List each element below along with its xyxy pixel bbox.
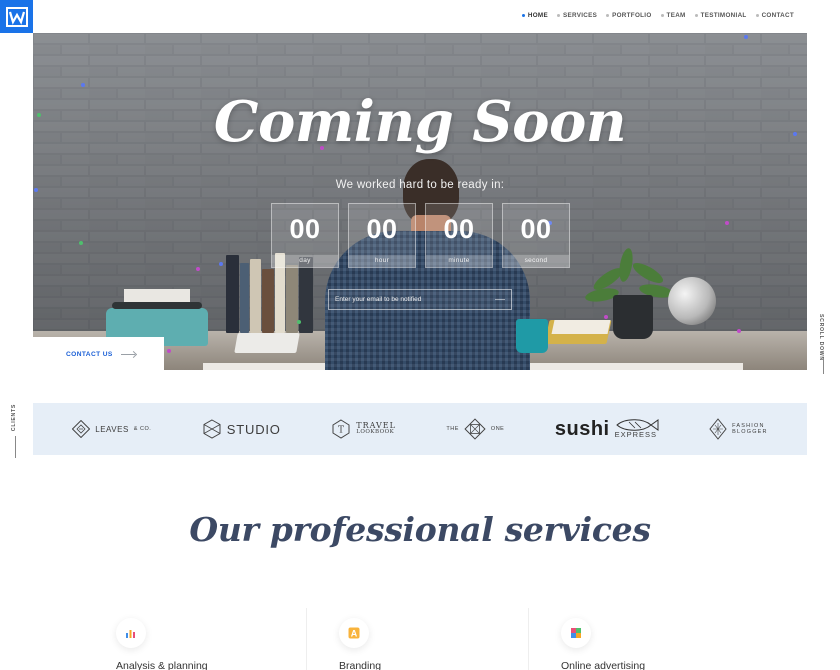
plant-pot xyxy=(613,295,653,339)
countdown-label: second xyxy=(503,255,569,267)
client-logo-fashion[interactable]: FASHION BLOGGER xyxy=(709,418,768,440)
service-label: Online advertising xyxy=(561,660,646,670)
w-logo-icon xyxy=(5,6,28,27)
client-logo-the-one[interactable]: THE ONE xyxy=(446,418,504,440)
puzzle-icon xyxy=(561,618,591,648)
t-badge-icon: T xyxy=(332,419,350,439)
client-name: STUDIO xyxy=(226,421,281,437)
contact-us-label: CONTACT US xyxy=(66,350,113,358)
client-logo-studio[interactable]: STUDIO xyxy=(202,419,281,439)
svg-text:A: A xyxy=(351,629,358,639)
particle-dot xyxy=(167,349,171,353)
hero-title: Coming Soon xyxy=(213,89,627,155)
book xyxy=(226,255,239,333)
nav-services[interactable]: SERVICES xyxy=(556,12,597,19)
dot-icon xyxy=(694,14,698,17)
countdown-seconds: 00 second xyxy=(502,203,570,268)
main-nav: HOME SERVICES PORTFOLIO TEAM TESTIMONIAL… xyxy=(521,12,794,19)
countdown-label: day xyxy=(272,255,338,267)
countdown: 00 day 00 hour 00 minute 00 second xyxy=(271,203,570,268)
clients-strip: LEAVES & CO. STUDIO T TRAVEL LOOKBOOK TH… xyxy=(33,403,807,455)
book xyxy=(262,269,274,333)
services-title: Our professional services xyxy=(189,510,651,549)
letter-a-icon: A xyxy=(339,618,369,648)
particle-dot xyxy=(725,221,729,225)
client-subname: LOOKBOOK xyxy=(356,429,395,436)
clients-label: CLIENTS xyxy=(11,404,17,432)
dot-icon xyxy=(755,14,759,17)
contact-us-button[interactable]: CONTACT US xyxy=(33,337,164,371)
client-subname: EXPRESS xyxy=(614,430,658,440)
arrow-right-icon xyxy=(120,353,135,355)
countdown-label: minute xyxy=(426,255,492,267)
client-suffix: & CO. xyxy=(133,426,152,432)
service-branding[interactable]: A Branding xyxy=(339,618,539,670)
nav-testimonial[interactable]: TESTIMONIAL xyxy=(694,12,747,19)
client-logo-leaves[interactable]: LEAVES & CO. xyxy=(72,420,151,438)
hero-section: Coming Soon We worked hard to be ready i… xyxy=(33,33,807,370)
particle-dot xyxy=(196,267,200,271)
particle-dot xyxy=(219,262,223,266)
clients-line xyxy=(15,436,16,458)
clients-side-label: CLIENTS xyxy=(11,404,23,458)
particle-dot xyxy=(604,315,608,319)
particle-dot xyxy=(744,35,748,39)
countdown-days: 00 day xyxy=(271,203,339,268)
bar-chart-icon xyxy=(116,618,146,648)
typewriter-roll xyxy=(112,302,202,309)
hero-subtitle: We worked hard to be ready in: xyxy=(335,179,505,191)
client-name: LEAVES xyxy=(95,424,129,434)
submit-line-icon[interactable] xyxy=(495,299,505,300)
dot-icon xyxy=(660,14,664,17)
countdown-value: 00 xyxy=(289,214,321,244)
email-input[interactable] xyxy=(335,296,485,303)
book xyxy=(250,259,261,333)
scroll-down-indicator[interactable]: SCROLL DOWN xyxy=(811,314,837,378)
scroll-down-label: SCROLL DOWN xyxy=(818,314,824,361)
particle-dot xyxy=(297,320,301,324)
countdown-value: 00 xyxy=(443,214,475,244)
client-logo-sushi[interactable]: sushi EXPRESS xyxy=(555,418,659,441)
dot-icon xyxy=(606,14,610,17)
diamond-leaf-icon xyxy=(72,420,91,438)
countdown-value: 00 xyxy=(520,214,552,244)
service-label: Branding xyxy=(339,660,382,670)
notify-form xyxy=(328,289,512,310)
client-subname: BLOGGER xyxy=(732,429,768,435)
particle-dot xyxy=(81,83,85,87)
service-analysis[interactable]: Analysis & planning xyxy=(116,618,316,670)
hexagon-cube-icon xyxy=(203,419,221,439)
countdown-value: 00 xyxy=(366,214,398,244)
svg-text:T: T xyxy=(338,426,344,436)
ornament-diamond-icon xyxy=(464,418,486,440)
book xyxy=(299,257,313,333)
scroll-line xyxy=(823,358,824,374)
nav-team[interactable]: TEAM xyxy=(660,12,686,19)
client-logo-travel[interactable]: T TRAVEL LOOKBOOK xyxy=(331,419,396,439)
service-label: Analysis & planning xyxy=(116,660,208,670)
service-advertising[interactable]: Online advertising xyxy=(561,618,761,670)
active-dot-icon xyxy=(521,14,525,17)
mug-image xyxy=(516,319,548,353)
site-logo[interactable] xyxy=(0,0,33,33)
dot-icon xyxy=(556,14,560,17)
client-suffix: ONE xyxy=(490,426,505,432)
countdown-hours: 00 hour xyxy=(348,203,416,268)
particle-dot xyxy=(79,241,83,245)
particle-dot xyxy=(737,329,741,333)
leaf xyxy=(630,259,666,287)
client-name: THE xyxy=(446,426,459,432)
nav-contact[interactable]: CONTACT xyxy=(755,12,794,19)
nav-home[interactable]: HOME xyxy=(521,12,548,19)
lotus-diamond-icon xyxy=(709,418,727,440)
globe-image xyxy=(668,277,716,325)
nav-portfolio[interactable]: PORTFOLIO xyxy=(606,12,651,19)
countdown-label: hour xyxy=(349,255,415,267)
book xyxy=(240,263,249,333)
client-name: sushi xyxy=(554,417,610,440)
countdown-minutes: 00 minute xyxy=(425,203,493,268)
open-book-image xyxy=(234,333,300,353)
